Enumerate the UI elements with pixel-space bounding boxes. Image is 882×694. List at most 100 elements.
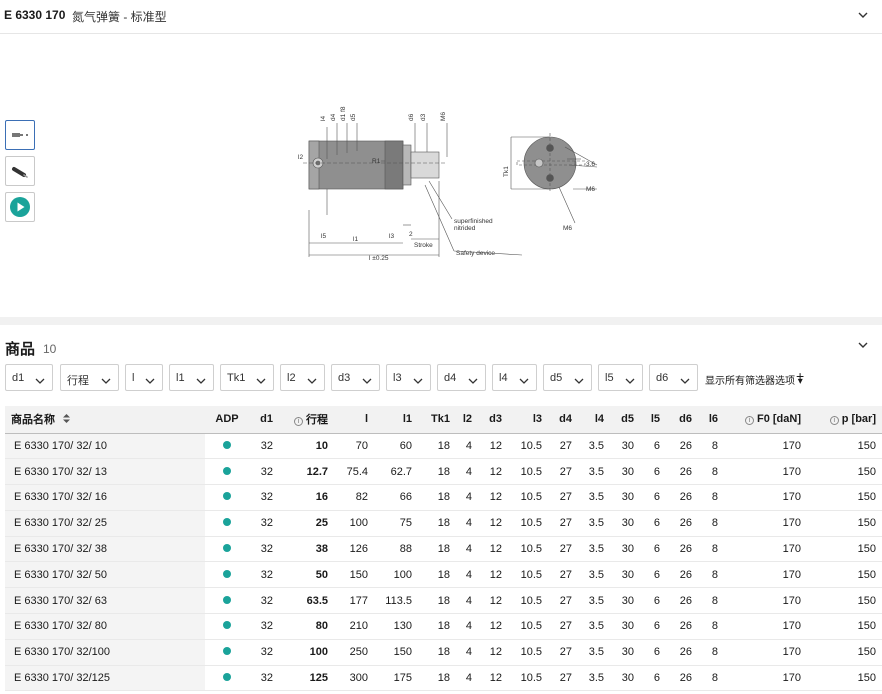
cell-tk1: 18 — [418, 536, 456, 563]
cell-l1: 66 — [374, 484, 418, 511]
product-name-cell[interactable]: E 6330 170/ 32/ 63 — [5, 587, 205, 615]
svg-text:3.6: 3.6 — [586, 161, 595, 168]
product-name-cell[interactable]: E 6330 170/ 32/100 — [5, 639, 205, 666]
filter-l5[interactable]: l5 — [598, 364, 643, 391]
spring-photo-icon — [12, 167, 28, 178]
filter-l[interactable]: l — [125, 364, 163, 391]
dropdown-chevron-icon — [256, 374, 266, 388]
info-icon[interactable]: i — [294, 417, 303, 427]
cell-p: 150 — [807, 639, 882, 666]
filter-label: d1 — [12, 372, 25, 384]
filter-d4[interactable]: d4 — [437, 364, 486, 391]
cell-p: 150 — [807, 665, 882, 692]
cell-l1: 150 — [374, 639, 418, 666]
table-row[interactable]: E 6330 170/ 32/ 38 32 38 126 88 18 4 12 10.5 27 3.… — [5, 536, 882, 563]
cell-l1: 113.5 — [374, 587, 418, 615]
cell-l1: 100 — [374, 561, 418, 589]
dropdown-chevron-icon — [574, 374, 584, 388]
table-row[interactable]: E 6330 170/ 32/ 50 32 50 150 100 18 4 12 10.5 27 3… — [5, 561, 882, 589]
show-all-filters-link[interactable]: 显示所有筛选器选项 ▾ — [705, 372, 803, 387]
filter-l2[interactable]: l2 — [280, 364, 325, 391]
adp-cell — [205, 484, 249, 511]
adp-cell — [205, 639, 249, 666]
filter-d3[interactable]: d3 — [331, 364, 380, 391]
table-row[interactable]: E 6330 170/ 32/ 63 32 63.5 177 113.5 18 4 12 10.… — [5, 587, 882, 615]
cell-d3: 12 — [478, 665, 508, 692]
table-row[interactable]: E 6330 170/ 32/ 13 32 12.7 75.4 62.7 18 4 12 10.… — [5, 458, 882, 486]
collapse-header-chevron-icon[interactable] — [858, 10, 868, 20]
cell-l1: 88 — [374, 536, 418, 563]
cell-l6: 8 — [698, 613, 724, 640]
filter-d5[interactable]: d5 — [543, 364, 592, 391]
cell-l6: 8 — [698, 484, 724, 511]
cell-l3: 10.5 — [508, 433, 548, 460]
column-header-name[interactable]: 商品名称 — [5, 406, 205, 434]
product-name-cell[interactable]: E 6330 170/ 32/ 80 — [5, 613, 205, 640]
cell-f0: 170 — [724, 510, 807, 537]
cell-l4: 3.5 — [578, 639, 610, 666]
table-row[interactable]: E 6330 170/ 32/ 10 32 10 70 60 18 4 12 10.5 27 3.5… — [5, 433, 882, 460]
info-icon[interactable]: i — [745, 416, 754, 426]
cell-d3: 12 — [478, 458, 508, 486]
svg-text:M6: M6 — [586, 186, 595, 193]
drawing-thumbnail[interactable] — [5, 120, 35, 150]
cell-d1: 32 — [249, 536, 279, 563]
cell-l: 210 — [334, 613, 374, 640]
product-name-cell[interactable]: E 6330 170/ 32/125 — [5, 665, 205, 692]
cell-p: 150 — [807, 561, 882, 589]
table-row[interactable]: E 6330 170/ 32/125 32 125 300 175 18 4 12 10.5 27… — [5, 665, 882, 692]
cell-d1: 32 — [249, 561, 279, 589]
filter-l1[interactable]: l1 — [169, 364, 214, 391]
cell-stroke: 25 — [279, 510, 334, 537]
cell-d6: 26 — [666, 665, 698, 692]
svg-text:l5: l5 — [321, 233, 326, 240]
cell-l2: 4 — [456, 613, 478, 640]
cell-tk1: 18 — [418, 484, 456, 511]
video-thumbnail[interactable] — [5, 192, 35, 222]
cell-l3: 10.5 — [508, 561, 548, 589]
sort-icon[interactable] — [62, 413, 71, 427]
product-name-cell[interactable]: E 6330 170/ 32/ 50 — [5, 561, 205, 589]
product-name-cell[interactable]: E 6330 170/ 32/ 13 — [5, 458, 205, 486]
cell-l6: 8 — [698, 433, 724, 460]
info-icon[interactable]: i — [829, 416, 839, 426]
adp-cell — [205, 665, 249, 692]
table-row[interactable]: E 6330 170/ 32/ 80 32 80 210 130 18 4 12 10.5 27 3… — [5, 613, 882, 640]
table-row[interactable]: E 6330 170/ 32/ 25 32 25 100 75 18 4 12 10.5 27 3.… — [5, 510, 882, 537]
cell-d1: 32 — [249, 639, 279, 666]
svg-text:superfinished: superfinished — [454, 218, 493, 225]
cell-d4: 27 — [548, 458, 578, 486]
cell-f0: 170 — [724, 536, 807, 563]
filter-label: l1 — [176, 372, 185, 384]
adp-cell — [205, 561, 249, 589]
filter-d6[interactable]: d6 — [649, 364, 698, 391]
product-name: 氮气弹簧 - 标准型 — [72, 10, 167, 24]
cell-l6: 8 — [698, 561, 724, 589]
table-row[interactable]: E 6330 170/ 32/ 16 32 16 82 66 18 4 12 10.5 27 3.5… — [5, 484, 882, 511]
product-name-cell[interactable]: E 6330 170/ 32/ 25 — [5, 510, 205, 537]
cell-l5: 6 — [640, 587, 666, 615]
cell-d6: 26 — [666, 561, 698, 589]
add-filter-plus-icon[interactable]: + — [796, 369, 804, 383]
filter-tk1[interactable]: Tk1 — [220, 364, 274, 391]
cell-l5: 6 — [640, 665, 666, 692]
filter-l3[interactable]: l3 — [386, 364, 431, 391]
cell-l5: 6 — [640, 484, 666, 511]
product-name-cell[interactable]: E 6330 170/ 32/ 16 — [5, 484, 205, 511]
cell-l6: 8 — [698, 639, 724, 666]
collapse-products-chevron-icon[interactable] — [858, 340, 868, 350]
filter-stroke[interactable]: 行程 — [60, 364, 119, 391]
cell-l3: 10.5 — [508, 484, 548, 511]
cell-f0: 170 — [724, 639, 807, 666]
cell-f0: 170 — [724, 587, 807, 615]
cell-d5: 30 — [610, 561, 640, 589]
product-photo-thumbnail[interactable] — [5, 156, 35, 186]
product-name-cell[interactable]: E 6330 170/ 32/ 10 — [5, 433, 205, 460]
product-name-cell[interactable]: E 6330 170/ 32/ 38 — [5, 536, 205, 563]
cell-tk1: 18 — [418, 665, 456, 692]
table-row[interactable]: E 6330 170/ 32/100 32 100 250 150 18 4 12 10.5 27… — [5, 639, 882, 666]
filter-l4[interactable]: l4 — [492, 364, 537, 391]
cell-l5: 6 — [640, 510, 666, 537]
svg-text:d4: d4 — [330, 113, 337, 121]
filter-d1[interactable]: d1 — [5, 364, 53, 391]
